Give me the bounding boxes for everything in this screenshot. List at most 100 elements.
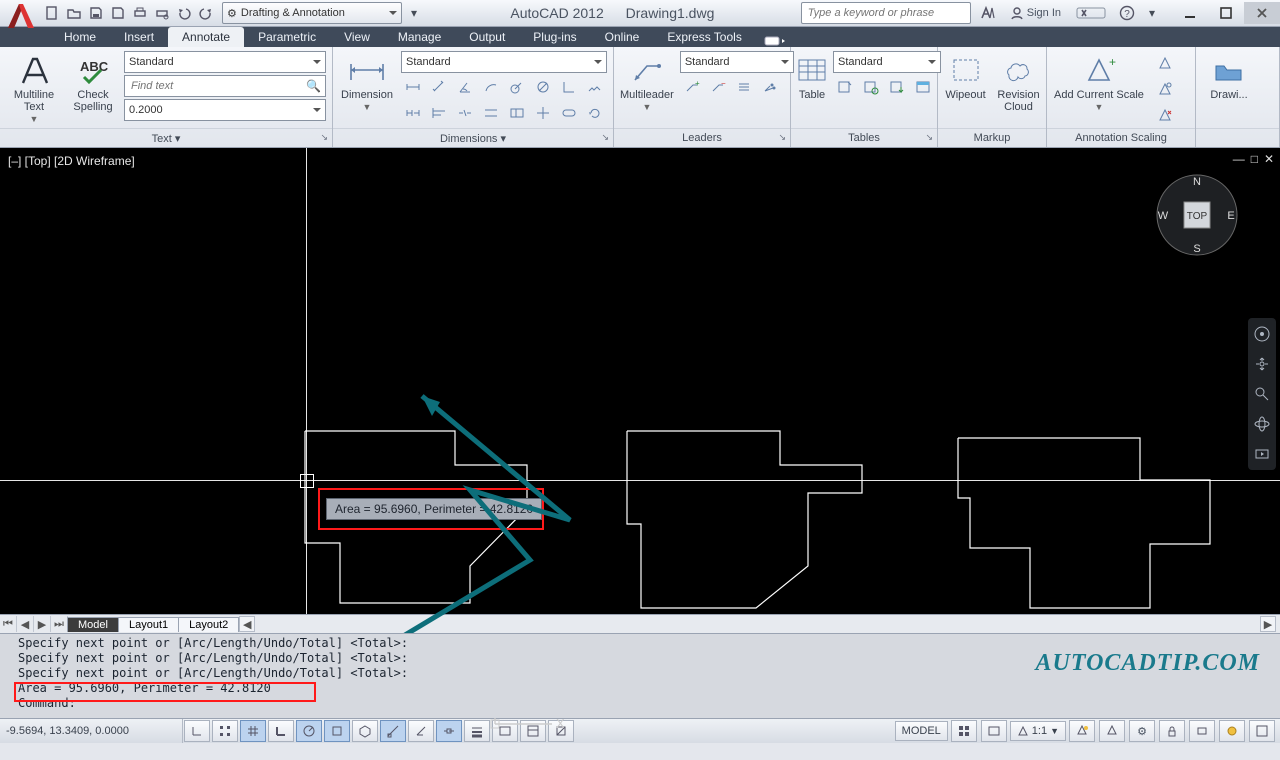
sb-grid-icon[interactable] xyxy=(240,720,266,742)
sb-annovisibility-icon[interactable] xyxy=(1069,720,1095,742)
tab-home[interactable]: Home xyxy=(50,27,110,47)
tab-output[interactable]: Output xyxy=(455,27,519,47)
draw-button[interactable]: Drawi... xyxy=(1202,51,1256,101)
layout-prev-icon[interactable]: ◀ xyxy=(17,616,34,632)
add-current-scale-button[interactable]: + Add Current Scale ▼ xyxy=(1051,51,1147,113)
help-search-input[interactable] xyxy=(806,6,966,20)
sb-annoauto-icon[interactable] xyxy=(1099,720,1125,742)
sb-cleanscreen-icon[interactable] xyxy=(1249,720,1275,742)
dim-break-icon[interactable] xyxy=(453,101,477,125)
check-spelling-button[interactable]: ABC Check Spelling xyxy=(68,51,118,113)
sb-hardware-icon[interactable] xyxy=(1189,720,1215,742)
maximize-button[interactable] xyxy=(1208,2,1244,24)
close-button[interactable] xyxy=(1244,2,1280,24)
sb-model-chip[interactable]: MODEL xyxy=(895,721,948,741)
tab-online[interactable]: Online xyxy=(591,27,654,47)
sb-quickview-icon[interactable] xyxy=(981,720,1007,742)
nav-zoom-icon[interactable] xyxy=(1252,384,1272,404)
undo-icon[interactable] xyxy=(174,3,194,23)
dim-update-icon[interactable] xyxy=(583,101,607,125)
infocenter-icon[interactable] xyxy=(977,3,999,23)
sb-lock-icon[interactable] xyxy=(1159,720,1185,742)
nav-orbit-icon[interactable] xyxy=(1252,414,1272,434)
leader-style-dropdown[interactable]: Standard xyxy=(680,51,794,73)
horizontal-scrollbar[interactable]: ◀ ▶ xyxy=(239,616,1280,632)
revision-cloud-button[interactable]: Revision Cloud xyxy=(995,51,1042,113)
text-style-dropdown[interactable]: Standard xyxy=(124,51,326,73)
print-icon[interactable] xyxy=(130,3,150,23)
table-export-icon[interactable] xyxy=(911,75,935,99)
scale-del-icon[interactable] xyxy=(1153,103,1177,127)
help-icon[interactable]: ? xyxy=(1116,3,1138,23)
sb-ducs-icon[interactable] xyxy=(408,720,434,742)
dim-ordinate-icon[interactable] xyxy=(557,75,581,99)
dim-center-icon[interactable] xyxy=(531,101,555,125)
panel-leaders-title[interactable]: Leaders↘ xyxy=(614,128,790,147)
dim-space-icon[interactable] xyxy=(479,101,503,125)
scroll-left-icon[interactable]: ◀ xyxy=(239,616,255,632)
tab-plugins[interactable]: Plug-ins xyxy=(519,27,590,47)
dim-arc-icon[interactable] xyxy=(479,75,503,99)
table-button[interactable]: Table xyxy=(797,51,827,101)
panel-launcher-icon[interactable]: ↘ xyxy=(778,132,786,143)
dim-linear-icon[interactable] xyxy=(401,75,425,99)
leader-remove-icon[interactable]: − xyxy=(706,75,730,99)
leader-align-icon[interactable] xyxy=(732,75,756,99)
tab-parametric[interactable]: Parametric xyxy=(244,27,330,47)
tab-annotate[interactable]: Annotate xyxy=(168,27,244,47)
sb-infer-icon[interactable] xyxy=(184,720,210,742)
dim-tolerance-icon[interactable] xyxy=(505,101,529,125)
wipeout-button[interactable]: Wipeout xyxy=(942,51,989,101)
multileader-button[interactable]: Multileader ▼ xyxy=(620,51,674,113)
nav-showmotion-icon[interactable] xyxy=(1252,444,1272,464)
help-dropdown-icon[interactable]: ▾ xyxy=(1142,3,1162,23)
new-icon[interactable] xyxy=(42,3,62,23)
find-icon[interactable]: 🔍 xyxy=(306,79,321,93)
minimize-button[interactable] xyxy=(1172,2,1208,24)
find-text-field[interactable] xyxy=(129,79,306,93)
help-search[interactable] xyxy=(801,2,971,24)
saveas-icon[interactable] xyxy=(108,3,128,23)
tab-insert[interactable]: Insert xyxy=(110,27,168,47)
scale-list-icon[interactable] xyxy=(1153,51,1177,75)
exchange-icon[interactable] xyxy=(1072,3,1112,23)
sb-polar-icon[interactable] xyxy=(296,720,322,742)
layout-tab-layout1[interactable]: Layout1 xyxy=(118,617,179,632)
scroll-right-icon[interactable]: ▶ xyxy=(1260,616,1276,632)
workspace-menu-icon[interactable]: ▾ xyxy=(404,3,424,23)
panel-launcher-icon[interactable]: ↘ xyxy=(320,132,328,143)
status-coordinates[interactable]: -9.5694, 13.3409, 0.0000 xyxy=(0,719,183,743)
layout-last-icon[interactable]: ⏭ xyxy=(51,616,68,632)
leader-add-icon[interactable]: + xyxy=(680,75,704,99)
dim-aligned-icon[interactable] xyxy=(427,75,451,99)
sb-ortho-icon[interactable] xyxy=(268,720,294,742)
signin-button[interactable]: Sign In xyxy=(1003,2,1068,24)
dimension-button[interactable]: Dimension ▼ xyxy=(339,51,395,113)
sb-layout-grid-icon[interactable] xyxy=(951,720,977,742)
tab-manage[interactable]: Manage xyxy=(384,27,455,47)
leader-collect-icon[interactable] xyxy=(758,75,782,99)
scale-sync-icon[interactable] xyxy=(1153,77,1177,101)
layout-tab-layout2[interactable]: Layout2 xyxy=(178,617,239,632)
open-icon[interactable] xyxy=(64,3,84,23)
dim-inspect-icon[interactable] xyxy=(557,101,581,125)
panel-launcher-icon[interactable]: ↘ xyxy=(925,132,933,143)
dim-diameter-icon[interactable] xyxy=(531,75,555,99)
nav-pan-icon[interactable] xyxy=(1252,354,1272,374)
find-text-input[interactable]: 🔍 xyxy=(124,75,326,97)
sb-3dosnap-icon[interactable] xyxy=(352,720,378,742)
nav-wheel-icon[interactable] xyxy=(1252,324,1272,344)
workspace-dropdown[interactable]: ⚙ Drafting & Annotation xyxy=(222,2,402,24)
panel-tables-title[interactable]: Tables↘ xyxy=(791,128,937,147)
command-line[interactable]: Specify next point or [Arc/Length/Undo/T… xyxy=(0,633,1280,718)
sb-dyn-icon[interactable] xyxy=(436,720,462,742)
sb-otrack-icon[interactable] xyxy=(380,720,406,742)
table-extract-icon[interactable] xyxy=(833,75,857,99)
multiline-text-button[interactable]: Multiline Text ▼ xyxy=(6,51,62,125)
redo-icon[interactable] xyxy=(196,3,216,23)
sb-osnap-icon[interactable] xyxy=(324,720,350,742)
sb-snap-icon[interactable] xyxy=(212,720,238,742)
viewcube[interactable]: TOP N S W E xyxy=(1154,172,1240,258)
layout-tab-model[interactable]: Model xyxy=(67,617,119,632)
sb-ws-switch-icon[interactable]: ⚙ xyxy=(1129,720,1155,742)
